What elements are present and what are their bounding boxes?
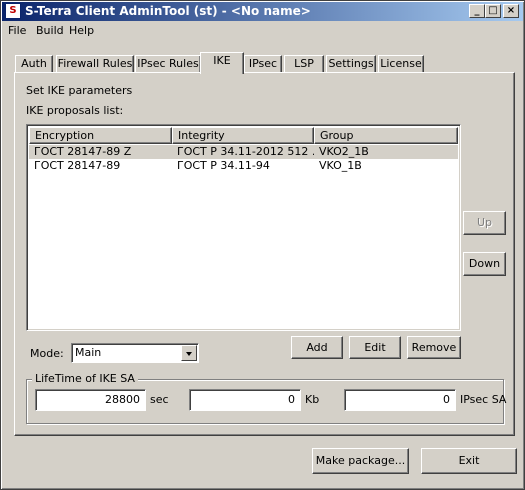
add-button[interactable]: Add (291, 336, 343, 359)
proposals-list-label: IKE proposals list: (26, 104, 124, 117)
maximize-button[interactable]: □ (485, 4, 501, 18)
minimize-button[interactable]: _ (469, 4, 485, 18)
mode-value: Main (75, 346, 102, 359)
tab-lsp[interactable]: LSP (284, 55, 324, 73)
menu-file[interactable]: File (8, 23, 26, 39)
row-integrity: ГОСТ Р 34.11-2012 512 ... (177, 145, 314, 158)
tab-ike[interactable]: IKE (200, 52, 244, 74)
column-header-group[interactable]: Group (314, 127, 458, 144)
seconds-unit-label: sec (150, 393, 169, 406)
mode-label: Mode: (30, 347, 64, 360)
up-button[interactable]: Up (463, 211, 506, 235)
column-header-encryption[interactable]: Encryption (29, 127, 172, 144)
tab-ipsec-rules[interactable]: IPsec Rules (135, 55, 201, 73)
app-icon: S (5, 3, 21, 19)
row-integrity: ГОСТ Р 34.11-94 (177, 159, 270, 172)
row-encryption: ГОСТ 28147-89 (34, 159, 121, 172)
tab-auth[interactable]: Auth (15, 55, 53, 73)
section-title: Set IKE parameters (26, 84, 133, 97)
tab-license[interactable]: License (378, 55, 424, 73)
tab-firewall-rules[interactable]: Firewall Rules (56, 55, 134, 73)
column-header-integrity[interactable]: Integrity (172, 127, 314, 144)
title-bar[interactable]: S S-Terra Client AdminTool (st) - <No na… (2, 2, 523, 21)
make-package-button[interactable]: Make package... (312, 448, 409, 474)
ike-proposals-list[interactable]: Encryption Integrity Group ГОСТ 28147-89… (26, 124, 461, 331)
menu-help[interactable]: Help (69, 23, 94, 39)
lifetime-group-title: LifeTime of IKE SA (32, 372, 138, 385)
close-button[interactable]: × (503, 4, 519, 18)
remove-button[interactable]: Remove (407, 336, 461, 359)
row-encryption: ГОСТ 28147-89 Z (34, 145, 132, 158)
menu-build[interactable]: Build (36, 23, 64, 39)
table-row[interactable]: ГОСТ 28147-89 ГОСТ Р 34.11-94 VKO_1B (29, 159, 458, 173)
lifetime-ipsec-sa-field[interactable]: 0 (344, 389, 456, 411)
tab-settings[interactable]: Settings (326, 55, 376, 73)
ipsec-sa-unit-label: IPsec SA (460, 393, 507, 406)
tab-ipsec[interactable]: IPsec (244, 55, 282, 73)
kb-unit-label: Kb (305, 393, 320, 406)
window-title: S-Terra Client AdminTool (st) - <No name… (25, 4, 311, 18)
edit-button[interactable]: Edit (349, 336, 401, 359)
exit-button[interactable]: Exit (421, 448, 517, 474)
chevron-down-icon[interactable] (181, 345, 197, 361)
mode-select[interactable]: Main (71, 343, 199, 363)
down-button[interactable]: Down (463, 252, 506, 276)
lifetime-seconds-field[interactable]: 28800 (35, 389, 146, 411)
row-group: VKO_1B (319, 159, 362, 172)
table-row[interactable]: ГОСТ 28147-89 Z ГОСТ Р 34.11-2012 512 ..… (29, 145, 458, 159)
row-group: VKO2_1B (319, 145, 369, 158)
lifetime-kb-field[interactable]: 0 (189, 389, 301, 411)
